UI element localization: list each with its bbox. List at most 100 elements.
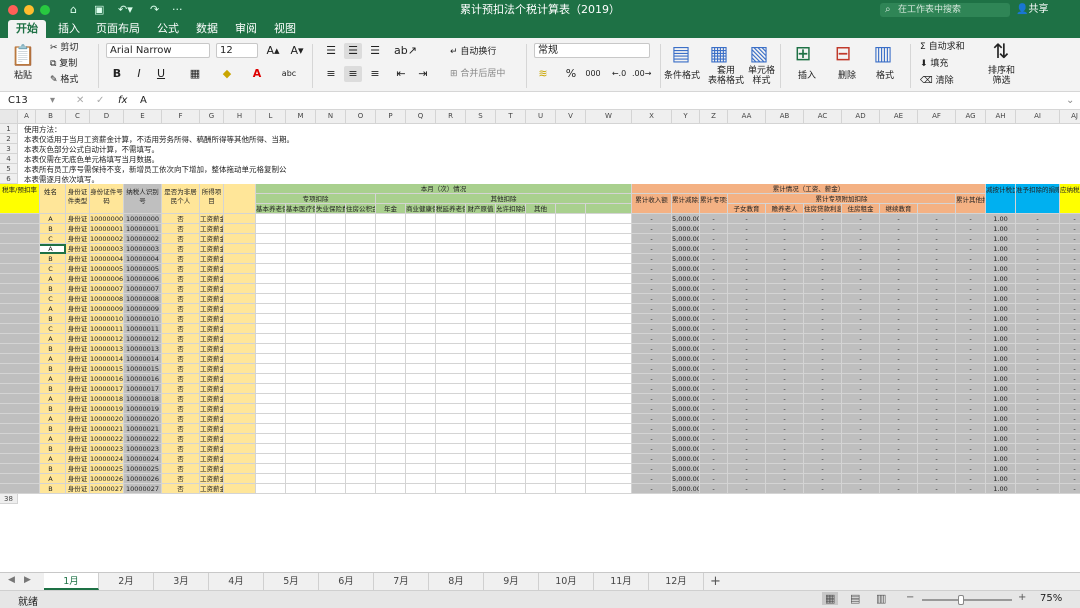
prev-sheet-icon[interactable]: ◀ bbox=[8, 575, 15, 585]
input-cell[interactable] bbox=[316, 304, 346, 314]
font-name-select[interactable]: Arial Narrow bbox=[106, 43, 210, 58]
input-cell[interactable] bbox=[316, 464, 346, 474]
input-cell[interactable] bbox=[286, 404, 316, 414]
id-number-cell[interactable]: 10000014 bbox=[90, 354, 124, 364]
id-number-cell[interactable]: 10000019 bbox=[90, 404, 124, 414]
input-cell[interactable] bbox=[436, 324, 466, 334]
input-cell[interactable] bbox=[496, 484, 526, 494]
name-cell[interactable]: C bbox=[36, 264, 66, 274]
column-header[interactable]: B bbox=[36, 110, 66, 124]
input-cell[interactable] bbox=[406, 364, 436, 374]
cell[interactable] bbox=[224, 214, 256, 224]
sheet-tab-10[interactable]: 10月 bbox=[539, 573, 594, 590]
name-cell[interactable]: B bbox=[36, 444, 66, 454]
name-cell[interactable]: A bbox=[36, 394, 66, 404]
input-cell[interactable] bbox=[436, 464, 466, 474]
id-type-cell[interactable]: 身份证 bbox=[66, 384, 90, 394]
input-cell[interactable] bbox=[316, 454, 346, 464]
input-cell[interactable] bbox=[436, 274, 466, 284]
column-header[interactable]: S bbox=[466, 110, 496, 124]
row-header[interactable]: 4 bbox=[0, 154, 18, 164]
name-cell[interactable]: A bbox=[36, 414, 66, 424]
column-header[interactable]: N bbox=[316, 110, 346, 124]
input-cell[interactable] bbox=[346, 374, 376, 384]
input-cell[interactable] bbox=[376, 384, 406, 394]
input-cell[interactable] bbox=[466, 274, 496, 284]
column-header[interactable]: H bbox=[224, 110, 256, 124]
paste-button-label[interactable]: 粘贴 bbox=[14, 70, 32, 82]
input-cell[interactable] bbox=[556, 424, 586, 434]
input-cell[interactable] bbox=[556, 384, 586, 394]
input-cell[interactable] bbox=[316, 424, 346, 434]
name-cell[interactable]: A bbox=[36, 244, 66, 254]
name-cell[interactable]: B bbox=[36, 364, 66, 374]
input-cell[interactable] bbox=[346, 344, 376, 354]
income-item-cell[interactable]: 工资薪金 bbox=[200, 394, 224, 404]
input-cell[interactable] bbox=[586, 374, 632, 384]
sheet-tab-7[interactable]: 7月 bbox=[374, 573, 429, 590]
cell[interactable] bbox=[224, 414, 256, 424]
increase-font-icon[interactable]: A▴ bbox=[264, 43, 282, 59]
input-cell[interactable] bbox=[376, 334, 406, 344]
input-cell[interactable] bbox=[526, 374, 556, 384]
input-cell[interactable] bbox=[436, 364, 466, 374]
column-header[interactable]: R bbox=[436, 110, 466, 124]
name-cell[interactable]: C bbox=[36, 324, 66, 334]
id-number-cell[interactable]: 10000017 bbox=[90, 384, 124, 394]
input-cell[interactable] bbox=[316, 244, 346, 254]
column-header[interactable]: Y bbox=[672, 110, 700, 124]
id-number-cell[interactable]: 10000004 bbox=[90, 254, 124, 264]
input-cell[interactable] bbox=[586, 304, 632, 314]
name-cell[interactable]: A bbox=[36, 274, 66, 284]
cell[interactable] bbox=[224, 254, 256, 264]
increase-decimal-icon[interactable]: ←.0 bbox=[610, 66, 628, 82]
id-number-cell[interactable]: 10000007 bbox=[90, 284, 124, 294]
non-resident-cell[interactable]: 否 bbox=[162, 274, 200, 284]
tab-page-layout[interactable]: 页面布局 bbox=[96, 20, 140, 38]
name-cell[interactable]: B bbox=[36, 254, 66, 264]
cell[interactable] bbox=[224, 324, 256, 334]
input-cell[interactable] bbox=[586, 434, 632, 444]
input-cell[interactable] bbox=[406, 284, 436, 294]
delete-cells-label[interactable]: 删除 bbox=[838, 70, 856, 82]
income-item-cell[interactable]: 工资薪金 bbox=[200, 384, 224, 394]
non-resident-cell[interactable]: 否 bbox=[162, 444, 200, 454]
input-cell[interactable] bbox=[556, 434, 586, 444]
input-cell[interactable] bbox=[256, 434, 286, 444]
input-cell[interactable] bbox=[496, 244, 526, 254]
input-cell[interactable] bbox=[406, 274, 436, 284]
column-header[interactable]: P bbox=[376, 110, 406, 124]
id-number-cell[interactable]: 10000013 bbox=[90, 344, 124, 354]
non-resident-cell[interactable]: 否 bbox=[162, 244, 200, 254]
input-cell[interactable] bbox=[406, 334, 436, 344]
cell[interactable] bbox=[224, 244, 256, 254]
income-item-cell[interactable]: 工资薪金 bbox=[200, 284, 224, 294]
input-cell[interactable] bbox=[556, 464, 586, 474]
income-item-cell[interactable]: 工资薪金 bbox=[200, 324, 224, 334]
column-header[interactable]: AF bbox=[918, 110, 956, 124]
id-type-cell[interactable]: 身份证 bbox=[66, 314, 90, 324]
id-type-cell[interactable]: 身份证 bbox=[66, 424, 90, 434]
income-item-cell[interactable]: 工资薪金 bbox=[200, 484, 224, 494]
input-cell[interactable] bbox=[346, 394, 376, 404]
normal-view-icon[interactable]: ▦ bbox=[822, 592, 839, 605]
input-cell[interactable] bbox=[376, 304, 406, 314]
input-cell[interactable] bbox=[256, 364, 286, 374]
merge-center-button[interactable]: ⊞ 合并后居中 bbox=[450, 68, 505, 80]
input-cell[interactable] bbox=[286, 424, 316, 434]
sheet-tab-8[interactable]: 8月 bbox=[429, 573, 484, 590]
non-resident-cell[interactable]: 否 bbox=[162, 474, 200, 484]
id-number-cell[interactable]: 10000000 bbox=[90, 214, 124, 224]
input-cell[interactable] bbox=[556, 374, 586, 384]
input-cell[interactable] bbox=[556, 224, 586, 234]
copy-button[interactable]: ⧉ 复制 bbox=[50, 58, 77, 70]
input-cell[interactable] bbox=[586, 334, 632, 344]
input-cell[interactable] bbox=[346, 404, 376, 414]
input-cell[interactable] bbox=[586, 424, 632, 434]
input-cell[interactable] bbox=[466, 394, 496, 404]
column-header[interactable]: E bbox=[124, 110, 162, 124]
input-cell[interactable] bbox=[436, 474, 466, 484]
input-cell[interactable] bbox=[406, 404, 436, 414]
input-cell[interactable] bbox=[586, 214, 632, 224]
id-number-cell[interactable]: 10000025 bbox=[90, 464, 124, 474]
